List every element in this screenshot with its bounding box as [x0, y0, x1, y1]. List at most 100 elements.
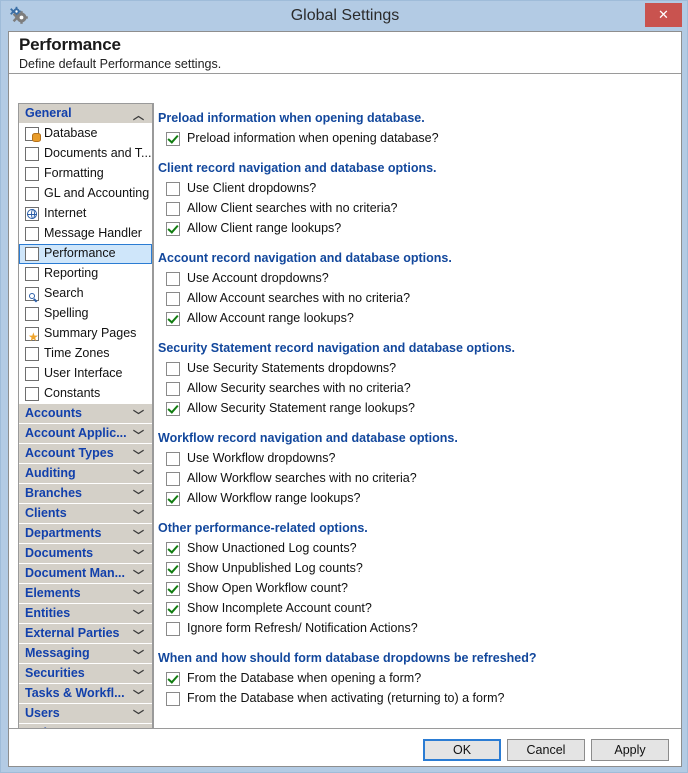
- sidebar-item-gl-and-accounting[interactable]: GL and Accounting: [19, 184, 152, 204]
- apply-button[interactable]: Apply: [591, 739, 669, 761]
- sidebar-category-branches[interactable]: Branches ﹀: [19, 484, 152, 504]
- sidebar-item-label: Constants: [44, 386, 101, 400]
- sidebar-item-label: User Interface: [44, 366, 123, 380]
- option-group-title: When and how should form database dropdo…: [158, 651, 537, 665]
- settings-navigation-sidebar[interactable]: General ︿ Database Documents and T... Format…: [18, 103, 153, 764]
- blank-icon: [25, 227, 39, 241]
- sidebar-category-label: General: [25, 106, 72, 120]
- sidebar-category-users[interactable]: Users ﹀: [19, 704, 152, 724]
- sidebar-category-documents[interactable]: Documents ﹀: [19, 544, 152, 564]
- ok-button[interactable]: OK: [423, 739, 501, 761]
- checkbox-unchecked[interactable]: [166, 472, 180, 486]
- checkbox-label: Show Incomplete Account count?: [187, 601, 372, 615]
- sidebar-item-label: Internet: [44, 206, 87, 220]
- sidebar-category-label: Branches: [25, 486, 82, 500]
- checkbox-label: Allow Workflow range lookups?: [187, 491, 361, 505]
- checkbox-unchecked[interactable]: [166, 182, 180, 196]
- checkbox-checked[interactable]: [166, 542, 180, 556]
- checkbox-checked[interactable]: [166, 562, 180, 576]
- sidebar-item-search[interactable]: Search: [19, 284, 152, 304]
- sidebar-category-account-types[interactable]: Account Types ﹀: [19, 444, 152, 464]
- checkbox-label: Use Client dropdowns?: [187, 181, 317, 195]
- sidebar-category-auditing[interactable]: Auditing ﹀: [19, 464, 152, 484]
- sidebar-item-performance[interactable]: Performance: [19, 244, 152, 264]
- checkbox-unchecked[interactable]: [166, 692, 180, 706]
- option-group-title: Client record navigation and database op…: [158, 161, 437, 175]
- performance-settings-panel: Preload information when opening databas…: [153, 103, 680, 764]
- close-button[interactable]: ✕: [645, 3, 682, 27]
- sidebar-item-database[interactable]: Database: [19, 124, 152, 144]
- chevron-down-icon: ﹀: [133, 650, 144, 662]
- chevron-up-icon: ︿: [133, 110, 144, 122]
- option-group: When and how should form database dropdo…: [154, 651, 680, 710]
- sidebar-item-summary-pages[interactable]: ★ Summary Pages: [19, 324, 152, 344]
- checkbox-label: Allow Client searches with no criteria?: [187, 201, 398, 215]
- checkbox-checked[interactable]: [166, 312, 180, 326]
- sidebar-item-formatting[interactable]: Formatting: [19, 164, 152, 184]
- sidebar-category-account-applic[interactable]: Account Applic... ﹀: [19, 424, 152, 444]
- chevron-down-icon: ﹀: [133, 410, 144, 422]
- blank-icon: [25, 367, 39, 381]
- sidebar-item-reporting[interactable]: Reporting: [19, 264, 152, 284]
- blank-icon: [25, 347, 39, 361]
- sidebar-category-tasks-workfl[interactable]: Tasks & Workfl... ﹀: [19, 684, 152, 704]
- cancel-button[interactable]: Cancel: [507, 739, 585, 761]
- checkbox-unchecked[interactable]: [166, 362, 180, 376]
- checkbox-unchecked[interactable]: [166, 202, 180, 216]
- option-group: Client record navigation and database op…: [154, 161, 680, 240]
- option-group: Account record navigation and database o…: [154, 251, 680, 330]
- chevron-down-icon: ﹀: [133, 610, 144, 622]
- sidebar-item-time-zones[interactable]: Time Zones: [19, 344, 152, 364]
- globe-icon: [25, 207, 39, 221]
- checkbox-checked[interactable]: [166, 672, 180, 686]
- checkbox-label: Allow Account searches with no criteria?: [187, 291, 411, 305]
- sidebar-item-user-interface[interactable]: User Interface: [19, 364, 152, 384]
- sidebar-item-label: Message Handler: [44, 226, 142, 240]
- checkbox-checked[interactable]: [166, 402, 180, 416]
- checkbox-unchecked[interactable]: [166, 272, 180, 286]
- checkbox-checked[interactable]: [166, 602, 180, 616]
- checkbox-label: Ignore form Refresh/ Notification Action…: [187, 621, 418, 635]
- chevron-down-icon: ﹀: [133, 690, 144, 702]
- chevron-down-icon: ﹀: [133, 530, 144, 542]
- sidebar-item-documents-and-t[interactable]: Documents and T...: [19, 144, 152, 164]
- sidebar-item-spelling[interactable]: Spelling: [19, 304, 152, 324]
- sidebar-category-entities[interactable]: Entities ﹀: [19, 604, 152, 624]
- sidebar-category-accounts[interactable]: Accounts ﹀: [19, 404, 152, 424]
- sidebar-category-label: Accounts: [25, 406, 82, 420]
- global-settings-window: Global Settings ✕ Performance Define def…: [0, 0, 688, 773]
- checkbox-label: Use Security Statements dropdowns?: [187, 361, 397, 375]
- sidebar-category-label: Documents: [25, 546, 94, 560]
- sidebar-item-message-handler[interactable]: Message Handler: [19, 224, 152, 244]
- checkbox-unchecked[interactable]: [166, 382, 180, 396]
- sidebar-item-label: Spelling: [44, 306, 89, 320]
- checkbox-label: Allow Workflow searches with no criteria…: [187, 471, 417, 485]
- chevron-down-icon: ﹀: [133, 670, 144, 682]
- checkbox-checked[interactable]: [166, 222, 180, 236]
- sidebar-category-messaging[interactable]: Messaging ﹀: [19, 644, 152, 664]
- checkbox-label: From the Database when activating (retur…: [187, 691, 505, 705]
- sidebar-item-constants[interactable]: Constants: [19, 384, 152, 404]
- chevron-down-icon: ﹀: [133, 550, 144, 562]
- checkbox-unchecked[interactable]: [166, 622, 180, 636]
- checkbox-checked[interactable]: [166, 492, 180, 506]
- checkbox-checked[interactable]: [166, 132, 180, 146]
- sidebar-category-external-parties[interactable]: External Parties ﹀: [19, 624, 152, 644]
- sidebar-category-clients[interactable]: Clients ﹀: [19, 504, 152, 524]
- option-group: Security Statement record navigation and…: [154, 341, 680, 420]
- sidebar-category-document-man[interactable]: Document Man... ﹀: [19, 564, 152, 584]
- blank-icon: [25, 247, 39, 261]
- sidebar-category-departments[interactable]: Departments ﹀: [19, 524, 152, 544]
- blank-icon: [25, 387, 39, 401]
- checkbox-unchecked[interactable]: [166, 452, 180, 466]
- blank-icon: [25, 147, 39, 161]
- checkbox-checked[interactable]: [166, 582, 180, 596]
- sidebar-category-elements[interactable]: Elements ﹀: [19, 584, 152, 604]
- sidebar-item-internet[interactable]: Internet: [19, 204, 152, 224]
- sidebar-category-securities[interactable]: Securities ﹀: [19, 664, 152, 684]
- sidebar-category-general[interactable]: General ︿: [19, 104, 152, 124]
- checkbox-unchecked[interactable]: [166, 292, 180, 306]
- sidebar-category-label: Users: [25, 706, 60, 720]
- checkbox-label: Allow Client range lookups?: [187, 221, 342, 235]
- sidebar-category-label: External Parties: [25, 626, 120, 640]
